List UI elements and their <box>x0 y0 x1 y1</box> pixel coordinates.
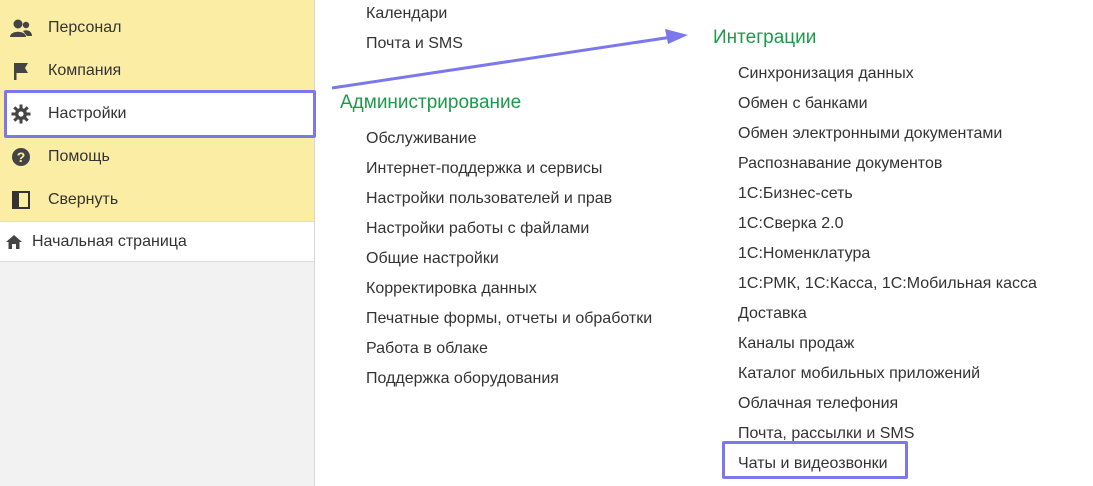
annotation-arrow <box>331 29 688 90</box>
